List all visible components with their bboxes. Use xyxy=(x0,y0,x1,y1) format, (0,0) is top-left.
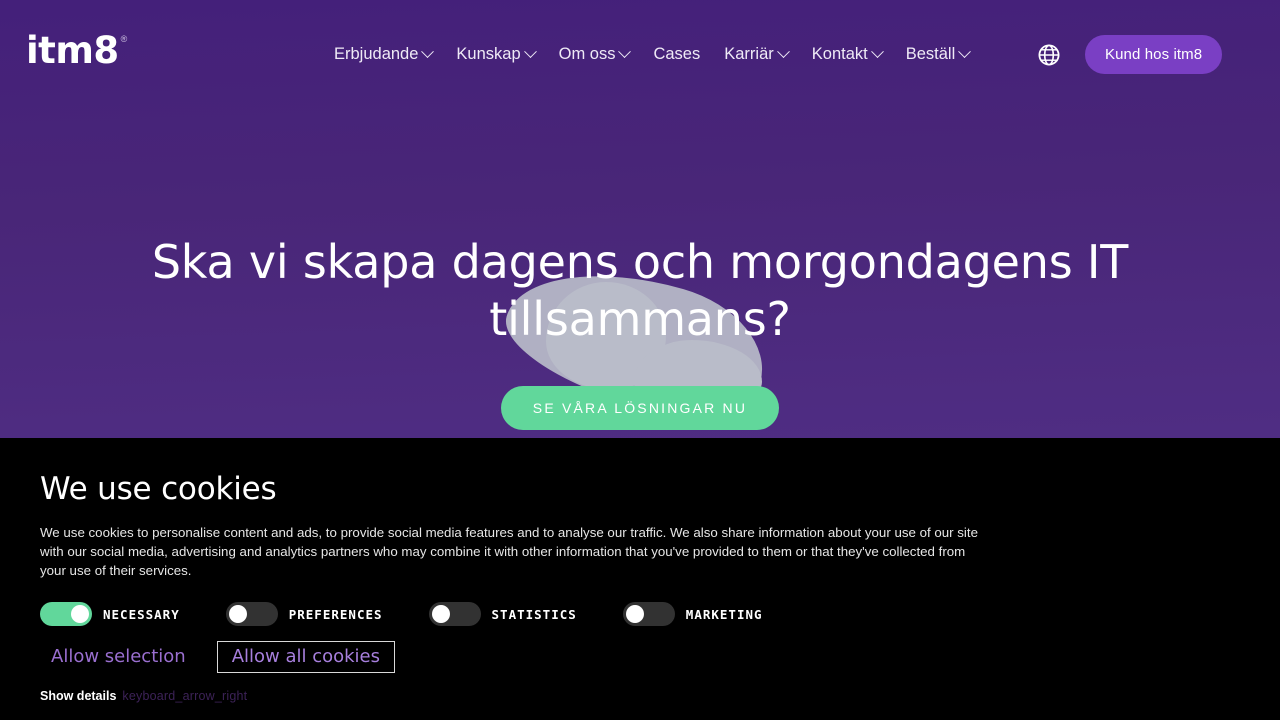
allow-selection-button[interactable]: Allow selection xyxy=(40,641,197,673)
registered-trademark-icon: ® xyxy=(120,34,128,44)
nav-item-bestall[interactable]: Beställ xyxy=(894,40,982,68)
toggle-label-necessary: NECESSARY xyxy=(103,606,180,622)
nav-label: Kunskap xyxy=(456,45,521,63)
chevron-down-icon xyxy=(421,44,435,58)
nav-item-kontakt[interactable]: Kontakt xyxy=(800,40,894,68)
chevron-down-icon xyxy=(870,44,884,58)
allow-all-cookies-button[interactable]: Allow all cookies xyxy=(216,641,396,673)
chevron-down-icon xyxy=(958,44,972,58)
cookie-toggle-preferences[interactable]: PREFERENCES xyxy=(225,602,383,626)
hero-title: Ska vi skapa dagens och morgondagens IT … xyxy=(151,235,1129,346)
chevron-down-icon xyxy=(523,44,537,58)
toggle-label-marketing: MARKETING xyxy=(685,606,763,622)
hero-cta-button[interactable]: SE VÅRA LÖSNINGAR NU xyxy=(500,386,780,430)
nav-item-om-oss[interactable]: Om oss xyxy=(547,40,642,68)
toggle-switch-necessary[interactable] xyxy=(40,602,92,626)
nav-label: Beställ xyxy=(905,45,956,63)
toggle-knob xyxy=(228,605,247,623)
toggle-label-preferences: PREFERENCES xyxy=(288,606,383,622)
globe-icon[interactable] xyxy=(1038,44,1060,66)
cookie-toggle-marketing[interactable]: MARKETING xyxy=(622,602,763,626)
toggle-label-statistics: STATISTICS xyxy=(491,606,577,622)
cookie-consent-banner: We use cookies We use cookies to persona… xyxy=(0,438,1280,720)
cookie-toggle-necessary[interactable]: NECESSARY xyxy=(40,602,180,626)
cookie-toggle-statistics[interactable]: STATISTICS xyxy=(428,602,577,626)
cookie-category-toggles: NECESSARY PREFERENCES STATISTICS MARKETI… xyxy=(40,602,1240,626)
show-details-toggle[interactable]: Show details keyboard_arrow_right xyxy=(40,689,1240,703)
nav-label: Cases xyxy=(653,45,701,63)
cookie-banner-description: We use cookies to personalise content an… xyxy=(40,525,978,578)
cookie-banner-title: We use cookies xyxy=(40,471,277,507)
toggle-knob xyxy=(431,605,450,623)
nav-label: Erbjudande xyxy=(334,45,419,63)
nav-item-karriar[interactable]: Karriär xyxy=(712,40,800,68)
toggle-knob xyxy=(71,605,89,623)
show-details-label: Show details xyxy=(40,689,117,703)
toggle-knob xyxy=(625,605,644,623)
cookie-action-buttons: Allow selection Allow all cookies xyxy=(40,641,1240,673)
nav-item-erbjudande[interactable]: Erbjudande xyxy=(322,40,444,68)
nav-label: Kontakt xyxy=(811,45,868,63)
chevron-down-icon xyxy=(776,44,790,58)
nav-item-cases[interactable]: Cases xyxy=(641,40,712,68)
nav-label: Karriär xyxy=(724,45,774,63)
nav-label: Om oss xyxy=(558,45,616,63)
toggle-switch-marketing[interactable] xyxy=(622,602,675,626)
toggle-switch-statistics[interactable] xyxy=(428,602,481,626)
main-navigation: Erbjudande Kunskap Om oss Cases Karriär … xyxy=(322,40,981,68)
toggle-switch-preferences[interactable] xyxy=(225,602,278,626)
site-header: itm8 ® Erbjudande Kunskap Om oss Cases K… xyxy=(0,0,1280,108)
logo-wordmark: itm8 xyxy=(26,29,119,72)
itm8-logo[interactable]: itm8 ® xyxy=(26,31,127,71)
keyboard-arrow-right-icon: keyboard_arrow_right xyxy=(122,689,248,703)
customer-login-button[interactable]: Kund hos itm8 xyxy=(1085,35,1223,74)
chevron-down-icon xyxy=(618,44,632,58)
nav-item-kunskap[interactable]: Kunskap xyxy=(444,40,546,68)
